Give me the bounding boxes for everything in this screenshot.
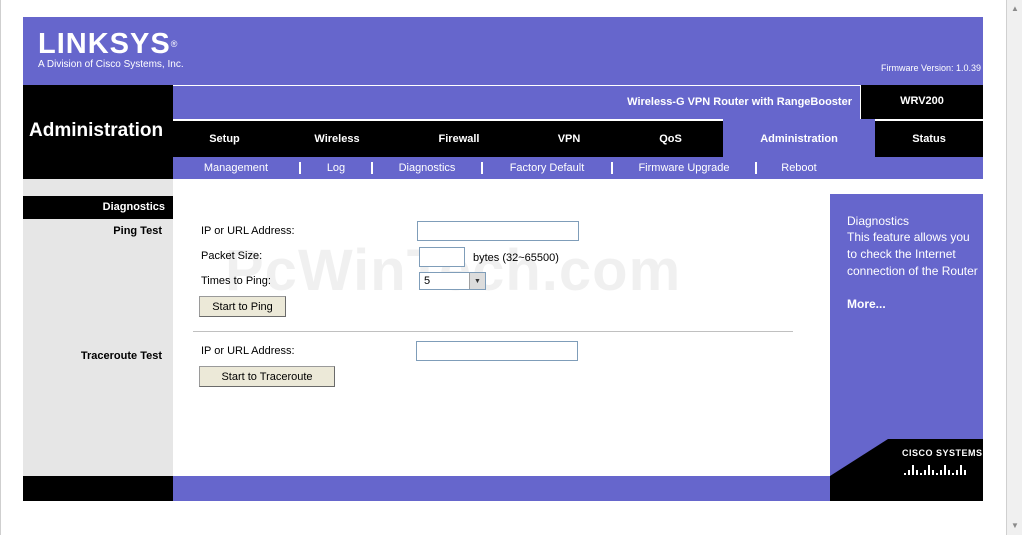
help-title: Diagnostics <box>847 214 910 228</box>
chevron-down-icon[interactable]: ▼ <box>469 273 485 289</box>
traceroute-address-label: IP or URL Address: <box>201 345 295 357</box>
ping-address-label: IP or URL Address: <box>201 225 295 237</box>
help-panel: Diagnostics This feature allows you to c… <box>830 194 983 476</box>
ping-address-input[interactable] <box>417 221 579 241</box>
page-header: LINKSYS® A Division of Cisco Systems, In… <box>23 17 983 85</box>
vertical-scrollbar[interactable]: ▲ ▼ <box>1006 0 1022 535</box>
ping-test-label: Ping Test <box>113 225 162 237</box>
subtab-factory-default[interactable]: Factory Default <box>483 162 611 174</box>
linksys-logo: LINKSYS® <box>38 29 178 59</box>
subtab-reboot[interactable]: Reboot <box>757 162 841 174</box>
sub-tabs: Management Log Diagnostics Factory Defau… <box>173 157 983 179</box>
tab-vpn[interactable]: VPN <box>520 119 618 157</box>
packet-size-hint: bytes (32~65500) <box>473 252 559 264</box>
footer-left <box>23 476 173 501</box>
times-to-ping-select[interactable]: 5 ▼ <box>419 272 486 290</box>
help-more-link[interactable]: More... <box>847 297 886 311</box>
left-current-section: Diagnostics <box>23 196 173 219</box>
traceroute-address-input[interactable] <box>416 341 578 361</box>
subtab-management[interactable]: Management <box>173 162 299 174</box>
footer-right <box>830 476 983 501</box>
packet-size-input[interactable] <box>419 247 465 267</box>
footer-middle <box>173 476 830 501</box>
product-name: Wireless-G VPN Router with RangeBooster <box>627 96 852 108</box>
help-text: This feature allows you to check the Int… <box>847 230 978 278</box>
start-traceroute-button[interactable]: Start to Traceroute <box>199 366 335 387</box>
subtab-firmware-upgrade[interactable]: Firmware Upgrade <box>613 162 755 174</box>
subtab-diagnostics[interactable]: Diagnostics <box>373 162 481 174</box>
tab-qos[interactable]: QoS <box>618 119 723 157</box>
section-divider <box>193 331 793 332</box>
tab-firewall[interactable]: Firewall <box>398 119 520 157</box>
registered-mark: ® <box>170 39 179 49</box>
times-to-ping-value: 5 <box>424 275 431 287</box>
tab-administration[interactable]: Administration <box>723 119 875 157</box>
logo-text: LINKSYS <box>38 28 171 60</box>
main-tabs: Setup Wireless Firewall VPN QoS Administ… <box>173 119 983 157</box>
window-left-border <box>0 0 2 535</box>
section-title: Administration <box>29 120 164 141</box>
start-ping-button[interactable]: Start to Ping <box>199 296 286 317</box>
section-title-block: Administration <box>23 85 173 179</box>
scroll-down-icon[interactable]: ▼ <box>1009 519 1021 533</box>
cisco-logo-text: CISCO SYSTEMS <box>902 448 983 458</box>
model-box: WRV200 <box>860 85 983 119</box>
tab-setup[interactable]: Setup <box>173 119 276 157</box>
product-bar: Wireless-G VPN Router with RangeBooster <box>173 85 860 119</box>
scroll-up-icon[interactable]: ▲ <box>1009 2 1021 16</box>
logo-subtitle: A Division of Cisco Systems, Inc. <box>38 59 184 70</box>
firmware-version: Firmware Version: 1.0.39 <box>880 63 981 73</box>
traceroute-test-label: Traceroute Test <box>80 350 162 362</box>
tab-wireless[interactable]: Wireless <box>276 119 398 157</box>
tab-status[interactable]: Status <box>875 119 983 157</box>
packet-size-label: Packet Size: <box>201 250 263 262</box>
subtab-log[interactable]: Log <box>301 162 371 174</box>
times-to-ping-label: Times to Ping: <box>201 275 271 287</box>
model-name: WRV200 <box>900 95 944 107</box>
section-spacer <box>23 179 173 193</box>
